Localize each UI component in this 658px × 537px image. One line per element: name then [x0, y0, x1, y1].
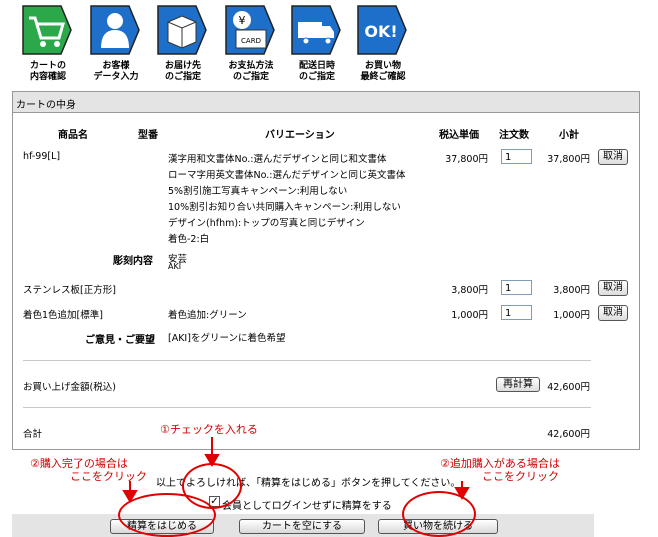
highlight-continue — [402, 491, 476, 537]
guest-checkout-label: 会員としてログインせずに精算をする — [222, 501, 392, 512]
annotation-arrows — [122, 437, 470, 503]
empty-cart-button[interactable]: カートを空にする — [239, 519, 365, 534]
highlight-checkout — [118, 493, 216, 537]
